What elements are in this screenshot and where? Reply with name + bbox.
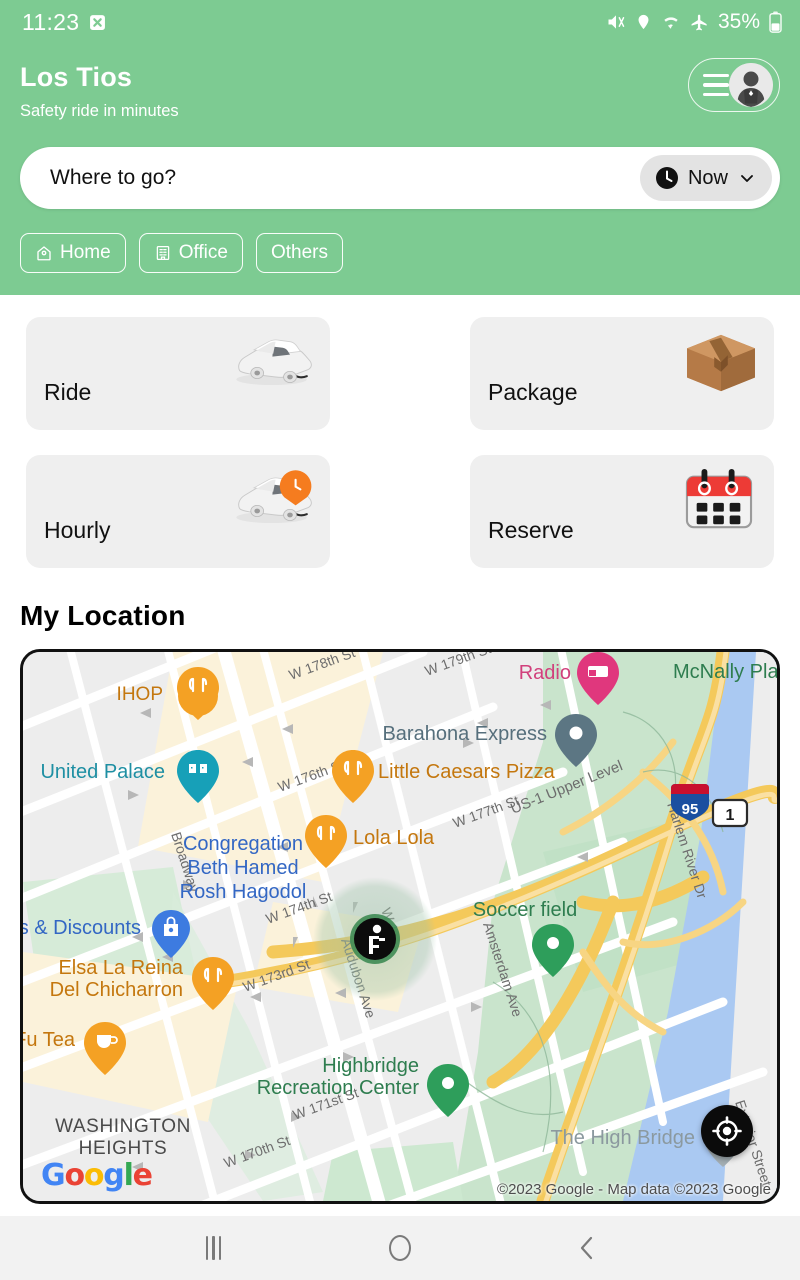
poi-label-elsa-la-reina: Elsa La Reina Del Chicharron (50, 957, 184, 1001)
chip-others[interactable]: Others (255, 233, 343, 274)
highway-shield-1: 1 (711, 798, 749, 828)
header-top-row: Los Tios Safety ride in minutes (20, 58, 780, 121)
svg-text:WASHINGTON: WASHINGTON (55, 1116, 191, 1137)
status-bar-right: 35% (606, 10, 782, 34)
airplane-mode-icon (690, 13, 709, 32)
service-label-ride: Ride (44, 379, 92, 406)
page-title: My Location (20, 600, 186, 632)
poi-label-kung-fu-tea: ng Fu Tea (23, 1029, 76, 1051)
svg-text:Del Chicharron: Del Chicharron (50, 979, 183, 1001)
app-title: Los Tios (20, 62, 133, 92)
poi-label-united-palace: United Palace (40, 761, 165, 783)
poi-label-mcnally-plaza: McNally Plaza (673, 661, 777, 683)
home-icon (37, 246, 51, 261)
service-card-package[interactable]: Package (470, 317, 774, 431)
poi-label-little-caesars: Little Caesars Pizza (378, 761, 556, 783)
chip-others-label: Others (270, 242, 328, 264)
status-time: 11:23 (22, 8, 80, 35)
hamburger-icon[interactable] (703, 73, 729, 97)
back-button[interactable] (557, 1224, 617, 1272)
poi-label-barahona-express: Barahona Express (382, 723, 547, 745)
destination-search-bar[interactable]: Now (20, 147, 780, 210)
battery-percent: 35% (717, 10, 760, 33)
chip-office-label: Office (178, 242, 228, 264)
search-input[interactable] (50, 166, 640, 191)
home-button[interactable] (370, 1224, 430, 1272)
chip-home[interactable]: Home (20, 233, 126, 274)
chip-home-label: Home (60, 242, 111, 264)
poi-label-deals-discounts: eals & Discounts (23, 917, 141, 939)
user-avatar-icon[interactable] (729, 63, 773, 107)
quick-place-chips: Home Office Others (20, 233, 780, 274)
svg-text:95: 95 (682, 801, 699, 818)
map-attribution: ©2023 Google - Map data ©2023 Google (497, 1181, 771, 1199)
svg-text:Elsa La Reina: Elsa La Reina (58, 957, 183, 979)
svg-text:HEIGHTS: HEIGHTS (79, 1138, 168, 1159)
status-bar: 11:23 35% (0, 0, 800, 44)
location-icon (635, 12, 652, 32)
app-header: Los Tios Safety ride in minutes Where to… (0, 44, 800, 296)
poi-label-soccer-field: Soccer field (473, 899, 578, 921)
building-icon (156, 246, 169, 261)
service-grid: Ride Package Hourly Reserve (0, 295, 800, 569)
svg-text:Congregation: Congregation (183, 833, 303, 855)
app-badge-icon (89, 14, 106, 31)
chevron-down-icon (739, 170, 755, 186)
status-bar-left: 11:23 (22, 9, 106, 36)
brand-block: Los Tios Safety ride in minutes (20, 58, 179, 121)
home-circle-icon[interactable] (388, 1235, 411, 1261)
poi-label-ihop: IHOP (117, 684, 163, 705)
service-card-hourly[interactable]: Hourly (26, 455, 330, 569)
car-clock-icon (222, 463, 318, 535)
back-chevron-icon (580, 1236, 592, 1260)
my-location-button[interactable] (701, 1105, 753, 1158)
battery-icon (769, 11, 782, 33)
svg-text:Beth Hamed: Beth Hamed (187, 857, 298, 879)
service-label-package: Package (488, 379, 578, 406)
poi-label-lola-lola: Lola Lola (353, 827, 435, 849)
crosshair-icon (712, 1116, 742, 1146)
pickup-time-label: Now (687, 166, 728, 189)
system-navigation-bar (0, 1216, 800, 1280)
svg-text:1: 1 (726, 807, 735, 824)
service-card-reserve[interactable]: Reserve (470, 455, 774, 569)
wifi-icon (661, 12, 681, 32)
poi-label-radio: Radio (519, 662, 571, 684)
service-card-ride[interactable]: Ride (26, 317, 330, 431)
service-label-reserve: Reserve (488, 517, 574, 544)
google-logo: Google (41, 1158, 153, 1194)
menu-account-button[interactable] (688, 58, 780, 112)
mute-vibrate-icon (606, 12, 626, 32)
chip-office[interactable]: Office (138, 233, 243, 274)
box-icon (682, 329, 760, 395)
poi-label-congregation: Congregation Beth Hamed Rosh Hagodol (180, 833, 307, 903)
service-label-hourly: Hourly (44, 517, 111, 544)
map-canvas[interactable]: W 178th St W 179th St W 176th St W 177th… (23, 652, 777, 1202)
app-subtitle: Safety ride in minutes (20, 102, 179, 121)
map-container[interactable]: W 178th St W 179th St W 176th St W 177th… (20, 649, 780, 1205)
pickup-time-chip[interactable]: Now (639, 155, 772, 202)
calendar-icon (682, 467, 756, 533)
car-icon (222, 325, 318, 397)
pedestrian-marker-icon (350, 914, 400, 965)
svg-text:Rosh Hagodol: Rosh Hagodol (180, 881, 307, 903)
svg-text:Highbridge: Highbridge (322, 1055, 419, 1077)
recents-button[interactable] (183, 1224, 243, 1272)
recents-icon[interactable] (205, 1236, 222, 1260)
poi-label-high-bridge: The High Bridge (550, 1127, 695, 1149)
clock-icon (655, 166, 679, 190)
svg-text:Recreation Center: Recreation Center (257, 1077, 420, 1099)
